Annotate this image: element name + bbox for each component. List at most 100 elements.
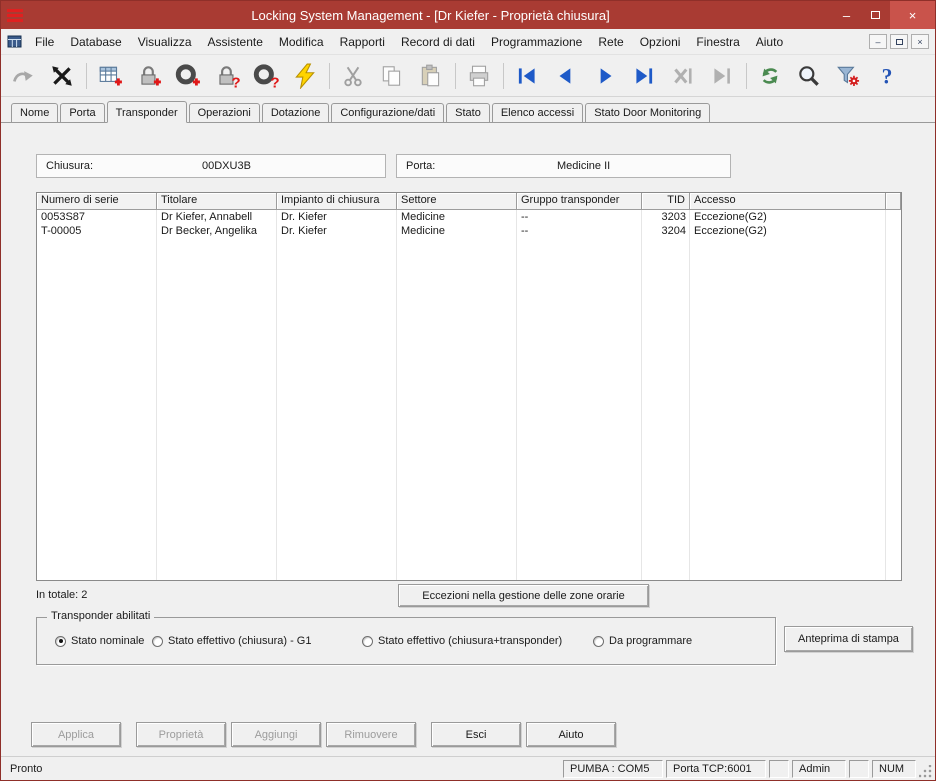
tab-porta[interactable]: Porta: [60, 103, 105, 123]
cell-area: Medicine: [401, 211, 446, 223]
tab-elenco-accessi[interactable]: Elenco accessi: [491, 103, 584, 123]
door-field-label: Porta:: [406, 160, 436, 172]
radio-icon: [55, 635, 66, 647]
column-header-settore[interactable]: Settore: [397, 193, 517, 210]
time-zone-exceptions-button[interactable]: Eccezioni nella gestione delle zone orar…: [398, 584, 649, 607]
cell-transponder-group: --: [521, 211, 529, 223]
svg-text:?: ?: [231, 74, 240, 89]
status-tcp-port: Porta TCP:6001: [666, 760, 766, 778]
cell-tid: 3203: [661, 211, 686, 223]
column-header-titolare[interactable]: Titolare: [157, 193, 277, 210]
cut-icon[interactable]: [337, 60, 369, 92]
remove-button[interactable]: Rimuovere: [326, 722, 416, 747]
copy-icon[interactable]: [376, 60, 408, 92]
menu-opzioni[interactable]: Opzioni: [632, 30, 689, 54]
maximize-icon: [871, 11, 880, 19]
cell-tid: 3204: [661, 225, 686, 237]
read-transponder-icon[interactable]: ?: [250, 60, 282, 92]
window-title: Locking System Management - [Dr Kiefer -…: [251, 7, 610, 23]
menu-file[interactable]: File: [27, 30, 62, 54]
tab-dotazione[interactable]: Dotazione: [261, 103, 330, 123]
column-header-tid[interactable]: TID: [642, 193, 690, 210]
transfer-icon[interactable]: [7, 60, 39, 92]
tab-operazioni[interactable]: Operazioni: [188, 103, 260, 123]
svg-text:?: ?: [882, 64, 893, 88]
add-button[interactable]: Aggiungi: [231, 722, 321, 747]
table-row[interactable]: T-00005 Dr Becker, Angelika Dr. Kiefer M…: [37, 224, 901, 238]
tab-transponder[interactable]: Transponder: [106, 101, 187, 123]
print-preview-button[interactable]: Anteprima di stampa: [784, 626, 913, 652]
radio-da-programmare[interactable]: Da programmare: [593, 635, 692, 647]
menu-database[interactable]: Database: [62, 30, 129, 54]
new-transponder-icon[interactable]: [172, 60, 204, 92]
tab-stato-door-monitoring[interactable]: Stato Door Monitoring: [585, 103, 711, 123]
first-record-icon[interactable]: [511, 60, 543, 92]
radio-stato-effettivo-chiusura-g1[interactable]: Stato effettivo (chiusura) - G1: [152, 635, 311, 647]
table-row[interactable]: 0053S87 Dr Kiefer, Annabell Dr. Kiefer M…: [37, 210, 901, 224]
door-field-value: Medicine II: [557, 160, 611, 172]
mdi-window-controls: – ×: [869, 34, 929, 49]
cell-serial: T-00005: [41, 225, 82, 237]
menu-finestra[interactable]: Finestra: [688, 30, 747, 54]
radio-label: Stato effettivo (chiusura) - G1: [168, 635, 312, 647]
search-icon[interactable]: [793, 60, 825, 92]
menu-aiuto[interactable]: Aiuto: [748, 30, 791, 54]
help-button[interactable]: Aiuto: [526, 722, 616, 747]
transponder-filter-group: Transponder abilitati Stato nominale Sta…: [36, 610, 776, 665]
program-icon[interactable]: [289, 60, 321, 92]
new-locking-system-icon[interactable]: [94, 60, 126, 92]
lock-field-label: Chiusura:: [46, 160, 94, 172]
menu-visualizza[interactable]: Visualizza: [130, 30, 200, 54]
column-header-gruppo-transponder[interactable]: Gruppo transponder: [517, 193, 642, 210]
mdi-minimize-button[interactable]: –: [869, 34, 887, 49]
paste-icon[interactable]: [415, 60, 447, 92]
menu-rete[interactable]: Rete: [590, 30, 631, 54]
table-header: Numero di serie Titolare Impianto di chi…: [37, 193, 901, 210]
tab-stato[interactable]: Stato: [446, 103, 490, 123]
refresh-icon[interactable]: [754, 60, 786, 92]
menu-programmazione[interactable]: Programmazione: [483, 30, 590, 54]
radio-label: Stato nominale: [71, 635, 145, 647]
menu-record-di-dati[interactable]: Record di dati: [393, 30, 483, 54]
app-window: Locking System Management - [Dr Kiefer -…: [0, 0, 936, 781]
tab-nome[interactable]: Nome: [11, 103, 59, 123]
cell-locking-system: Dr. Kiefer: [281, 211, 327, 223]
menu-rapporti[interactable]: Rapporti: [332, 30, 393, 54]
column-header-impianto-di-chiusura[interactable]: Impianto di chiusura: [277, 193, 397, 210]
radio-icon: [593, 635, 604, 647]
mdi-restore-button[interactable]: [890, 34, 908, 49]
read-lock-icon[interactable]: ?: [211, 60, 243, 92]
column-header-accesso[interactable]: Accesso: [690, 193, 886, 210]
apply-button[interactable]: Applica: [31, 722, 121, 747]
mdi-restore-icon: [895, 38, 903, 45]
print-icon[interactable]: [463, 60, 495, 92]
skip-record-icon[interactable]: [706, 60, 738, 92]
lock-field: Chiusura: 00DXU3B: [36, 154, 386, 178]
menu-modifica[interactable]: Modifica: [271, 30, 332, 54]
maximize-button[interactable]: [861, 1, 890, 29]
network-task-icon[interactable]: [46, 60, 78, 92]
total-label: In totale: 2: [36, 589, 88, 601]
help-icon[interactable]: ?: [871, 60, 903, 92]
column-header-numero-di-serie[interactable]: Numero di serie: [37, 193, 157, 210]
filter-settings-icon[interactable]: [832, 60, 864, 92]
resize-grip-icon[interactable]: [919, 765, 933, 779]
status-num-lock: NUM: [872, 760, 916, 778]
mdi-close-button[interactable]: ×: [911, 34, 929, 49]
next-record-icon[interactable]: [589, 60, 621, 92]
cancel-record-icon[interactable]: [667, 60, 699, 92]
tab-configurazione-dati[interactable]: Configurazione/dati: [331, 103, 445, 123]
properties-button[interactable]: Proprietà: [136, 722, 226, 747]
menu-assistente[interactable]: Assistente: [200, 30, 271, 54]
close-button[interactable]: ×: [890, 1, 935, 29]
radio-stato-nominale[interactable]: Stato nominale: [55, 635, 144, 647]
cell-locking-system: Dr. Kiefer: [281, 225, 327, 237]
minimize-button[interactable]: –: [832, 1, 861, 29]
status-ready: Pronto: [10, 763, 43, 775]
radio-stato-effettivo-chiusura-transponder[interactable]: Stato effettivo (chiusura+transponder): [362, 635, 562, 647]
new-lock-icon[interactable]: [133, 60, 165, 92]
exit-button[interactable]: Esci: [431, 722, 521, 747]
filter-group-legend: Transponder abilitati: [47, 610, 155, 622]
last-record-icon[interactable]: [628, 60, 660, 92]
previous-record-icon[interactable]: [550, 60, 582, 92]
